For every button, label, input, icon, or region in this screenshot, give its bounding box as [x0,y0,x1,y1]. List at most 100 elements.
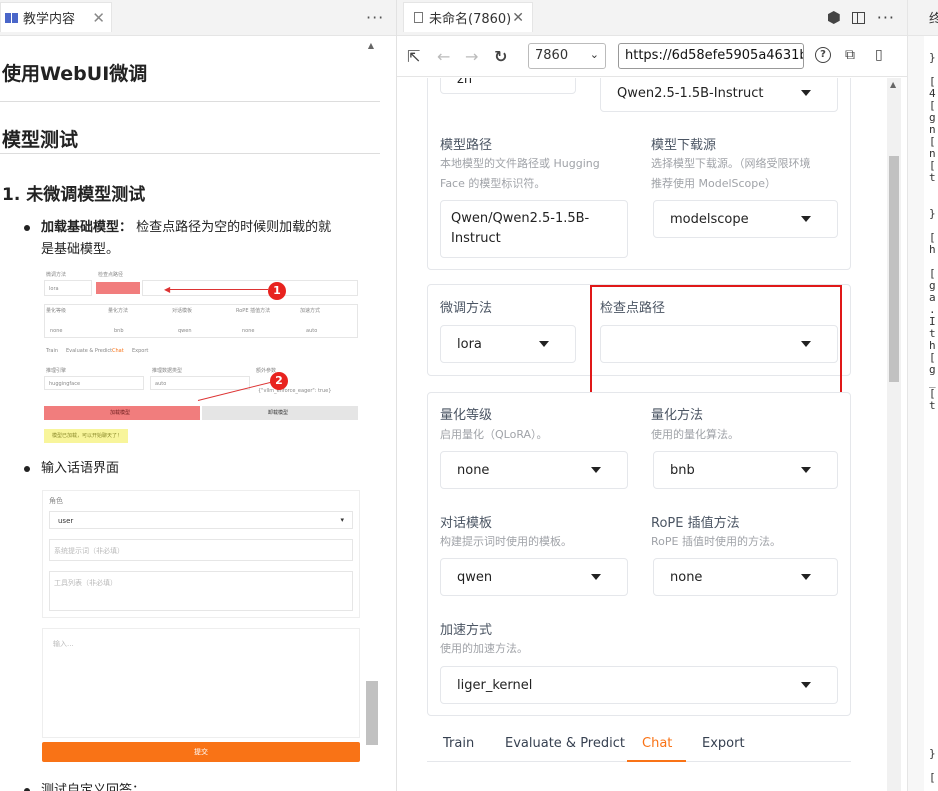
scroll-up-icon[interactable]: ▲ [890,80,896,89]
close-icon[interactable]: ✕ [512,10,524,26]
mini-value: user [58,517,74,525]
terminal-tab[interactable]: 终 [908,0,938,36]
mini-label: RoPE 插值方法 [236,308,271,314]
reload-icon[interactable]: ↻ [494,47,507,66]
extension-icon[interactable] [827,11,840,24]
mini-value: 输入... [53,640,74,648]
tab-title: 未命名(7860) [429,12,512,27]
language-select[interactable]: zh [440,78,576,94]
chevron-down-icon [539,341,549,347]
bullet-line-2: 是基础模型。 [41,242,120,257]
viewport-scrollbar[interactable]: ▲ [887,78,901,791]
divider [0,153,380,154]
devices-icon[interactable]: ⧉ [845,47,855,63]
mini-value: lora [49,286,59,292]
mini-value: auto [155,381,167,387]
mini-value: 卸载模型 [268,410,289,416]
document-icon [414,12,423,23]
bullet-bold: 加载基础模型： [41,220,133,235]
rope-value: none [670,569,703,585]
browser-pane: 未命名(7860) ✕ ··· ⇱ ← → ↻ 7860 ⌄ https://6… [397,0,907,791]
open-external-icon[interactable]: ⇱ [407,47,420,66]
tab-chat[interactable]: Chat [642,736,672,751]
booster-select[interactable]: liger_kernel [440,666,838,704]
mini-tab: Train [46,348,58,354]
mini-field: 系统提示词（非必填） [49,539,353,561]
mini-label: 检查点路径 [98,272,124,278]
chevron-down-icon [801,90,811,96]
scrollbar-thumb[interactable] [889,156,899,382]
mini-label: 推理数据类型 [152,368,183,374]
mini-value: auto [306,328,318,334]
quant-level-hint: 启用量化（QLoRA）。 [440,428,548,441]
finetune-method-select[interactable]: lora [440,325,576,363]
more-icon[interactable]: ··· [877,8,895,27]
split-view-icon[interactable] [851,11,865,24]
close-icon[interactable]: ✕ [92,9,105,27]
help-icon[interactable]: ? [815,47,831,63]
model-path-value: Qwen/Qwen2.5-1.5B- [451,211,590,226]
model-source-value: modelscope [670,211,749,227]
bullet-dot [24,466,30,472]
model-name-select[interactable]: Qwen2.5-1.5B-Instruct [600,78,838,112]
bullet-text: 加载基础模型： 检查点路径为空的时候则加载的就 [41,217,331,239]
terminal-output: } [ 4 [ g n [ n [ t } [ h [ g a . I t h … [929,51,936,412]
terminal-gutter [908,36,924,791]
booster-hint: 使用的加速方法。 [440,642,528,655]
mini-value: none [50,328,63,334]
annotation-arrow [168,289,268,290]
tab-teaching-content[interactable]: 教学内容 ✕ [0,2,112,32]
model-source-select[interactable]: modelscope [653,200,838,238]
port-select[interactable]: 7860 ⌄ [528,43,606,69]
book-icon [5,12,19,24]
model-source-hint: 选择模型下载源。（网络受限环境 [651,157,811,170]
mobile-icon[interactable]: ▯ [875,47,883,63]
forward-icon[interactable]: → [465,47,478,66]
model-path-hint-2: Face 的模型标识符。 [440,177,546,190]
mini-field: huggingface [44,376,144,390]
mini-field: lora [44,280,92,296]
quant-level-select[interactable]: none [440,451,628,489]
mini-value: 模型已加载，可以开始聊天了！ [52,433,123,439]
bullet-dot [24,225,30,231]
model-path-hint: 本地模型的文件路径或 Hugging [440,157,600,170]
url-input[interactable]: https://6d58efe5905a4631bffa [618,43,804,69]
chevron-down-icon [801,574,811,580]
booster-label: 加速方式 [440,623,493,638]
template-select[interactable]: qwen [440,558,628,596]
mini-label: 微调方法 [46,272,67,278]
port-value: 7860 [535,48,569,63]
tab-untitled[interactable]: 未命名(7860) ✕ [403,2,533,32]
mini-value: {"vllm_enforce_eager": true} [258,388,332,394]
tab-export[interactable]: Export [702,736,745,751]
arrow-head-icon: ◀ [164,285,171,294]
model-path-input[interactable]: Qwen/Qwen2.5-1.5B- Instruct [440,200,628,258]
page-title: 使用WebUI微调 [2,63,148,85]
more-icon[interactable]: ··· [366,8,384,27]
mini-field [142,280,358,296]
mini-unload-button: 卸载模型 [202,406,358,420]
chevron-down-icon: ⌄ [589,48,599,61]
mini-value: 工具列表（非必填） [54,579,117,587]
rope-select[interactable]: none [653,558,838,596]
model-source-hint-2: 推荐使用 ModelScope） [651,177,777,190]
template-value: qwen [457,569,493,585]
back-icon[interactable]: ← [437,47,450,66]
tab-train[interactable]: Train [443,736,474,751]
mini-label: 量化方法 [108,308,129,314]
scrollbar-thumb[interactable] [366,681,378,745]
rope-label: RoPE 插值方法 [651,516,740,531]
tab-evaluate-predict[interactable]: Evaluate & Predict [505,736,625,751]
quant-method-select[interactable]: bnb [653,451,838,489]
scroll-up-icon[interactable]: ▲ [368,41,374,50]
bullet-line: 检查点路径为空的时候则加载的就 [136,220,332,235]
divider [0,101,380,102]
mini-value: huggingface [49,381,81,387]
chevron-down-icon [801,216,811,222]
mini-field: 工具列表（非必填） [49,571,353,611]
webui-viewport: zh Qwen2.5-1.5B-Instruct 模型路径 本地模型的文件路径或… [397,78,887,791]
chevron-down-icon [591,574,601,580]
mini-field: user ▾ [49,511,353,529]
mini-value: qwen [178,328,192,334]
model-path-value-2: Instruct [451,231,501,246]
